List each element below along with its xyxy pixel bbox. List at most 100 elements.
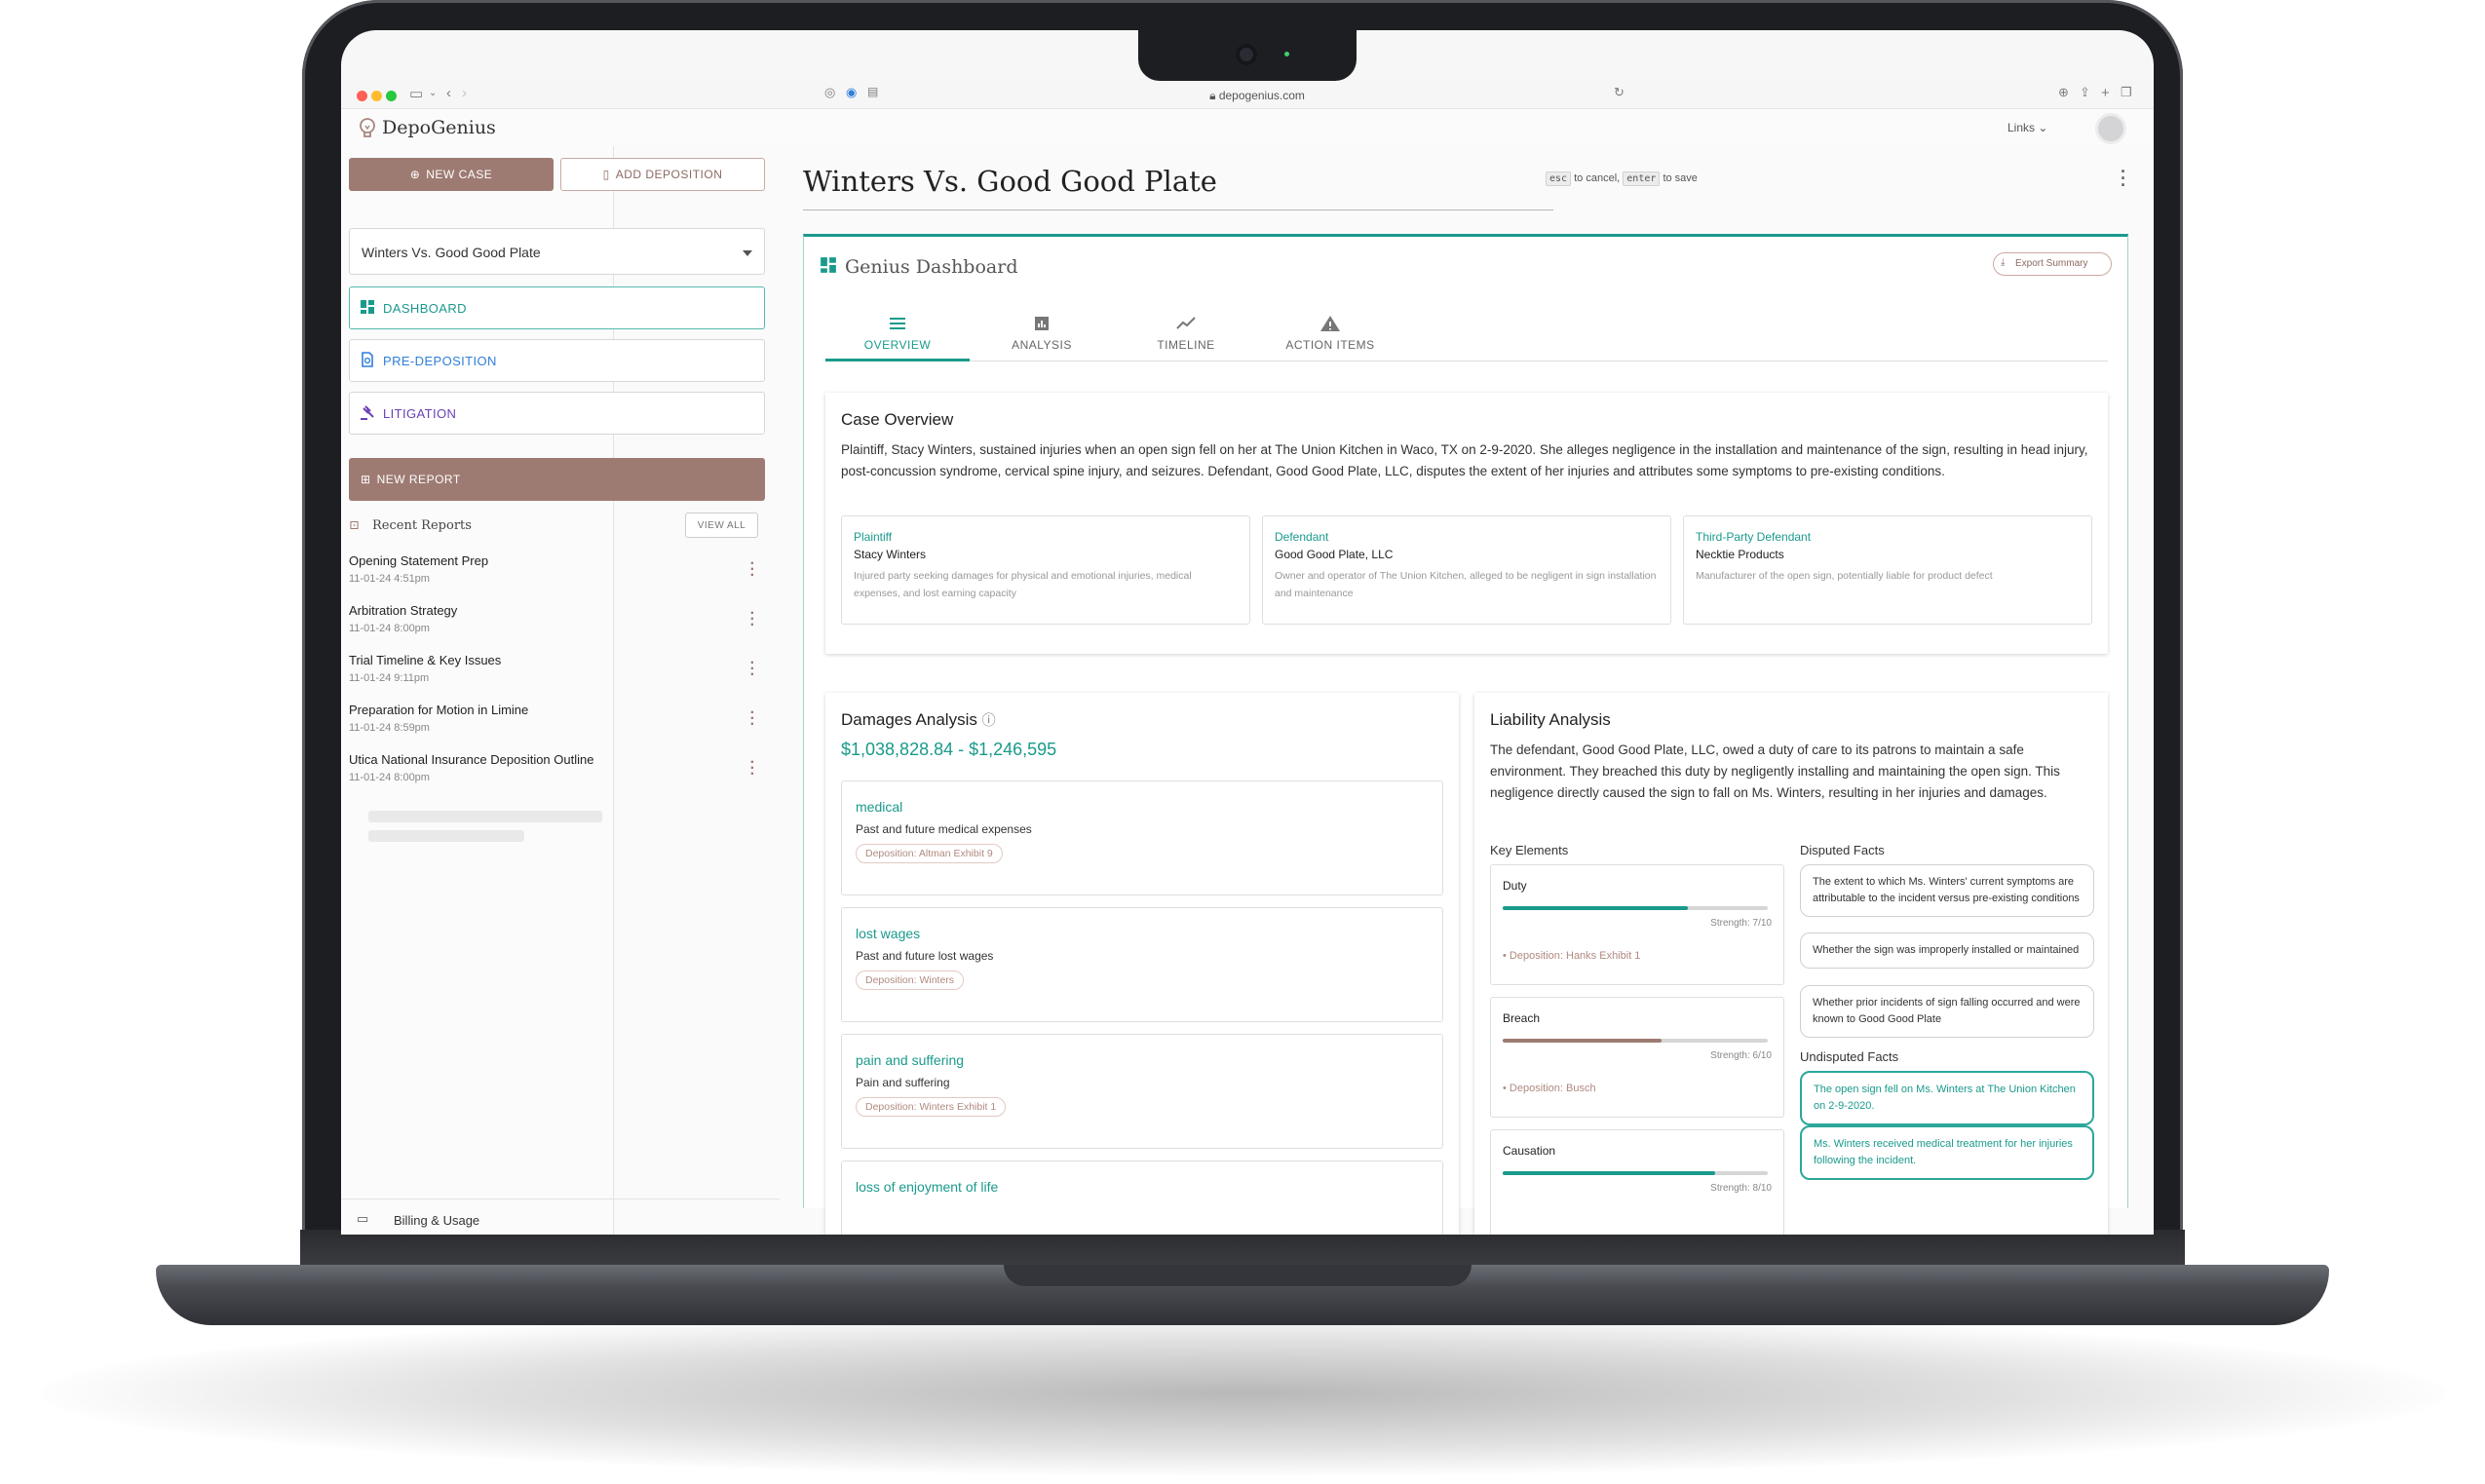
strength-bar-fill bbox=[1503, 1039, 1663, 1043]
back-icon[interactable]: ‹ bbox=[446, 85, 451, 101]
report-item[interactable]: Opening Statement Prep 11-01-24 4:51pm ·… bbox=[349, 553, 765, 598]
chevron-down-icon[interactable]: ⌄ bbox=[429, 88, 437, 98]
deposition-source-chip[interactable]: Deposition: Winters Exhibit 1 bbox=[856, 1097, 1007, 1117]
add-deposition-label: ADD DEPOSITION bbox=[615, 168, 723, 181]
address-bar[interactable]: 🔒︎ depogenius.com bbox=[887, 85, 1627, 108]
report-history-icon: ⊡ bbox=[349, 518, 360, 533]
minimize-window-dot[interactable] bbox=[371, 91, 382, 101]
add-deposition-button[interactable]: ▯ ADD DEPOSITION bbox=[560, 158, 765, 191]
dashboard-title: Genius Dashboard bbox=[845, 256, 1018, 278]
reload-icon[interactable]: ↻ bbox=[1614, 85, 1625, 100]
recent-reports-label: Recent Reports bbox=[372, 518, 472, 533]
report-item[interactable]: Preparation for Motion in Limine 11-01-2… bbox=[349, 703, 765, 747]
help-icon[interactable]: ⓘ bbox=[982, 712, 996, 728]
more-vert-icon[interactable]: · · · bbox=[750, 606, 755, 633]
download-icon[interactable]: ⊕ bbox=[2058, 85, 2069, 100]
enter-key: enter bbox=[1623, 171, 1661, 186]
nav-pre-deposition[interactable]: PRE-DEPOSITION bbox=[349, 339, 765, 382]
caret-down-icon bbox=[743, 250, 752, 256]
case-title-input[interactable]: Winters Vs. Good Good Plate bbox=[803, 165, 1217, 198]
billing-usage-link[interactable]: ▭ Billing & Usage bbox=[341, 1199, 780, 1235]
tab-overview-icon[interactable]: ❐ bbox=[2121, 85, 2132, 100]
liability-analysis-panel: Liability Analysis The defendant, Good G… bbox=[1474, 693, 2108, 1235]
strength-bar bbox=[1503, 1171, 1768, 1175]
avatar[interactable] bbox=[2095, 113, 2126, 144]
element-source[interactable]: • Deposition: Busch bbox=[1503, 1083, 1772, 1094]
lock-icon: 🔒︎ bbox=[1209, 89, 1216, 102]
party-card-defendant: Defendant Good Good Plate, LLC Owner and… bbox=[1262, 515, 1671, 625]
add-report-icon: ⊞ bbox=[361, 473, 371, 486]
tab-overview[interactable]: OVERVIEW bbox=[825, 301, 970, 361]
case-select[interactable]: Winters Vs. Good Good Plate bbox=[349, 228, 765, 275]
zoom-window-dot[interactable] bbox=[386, 91, 397, 101]
report-item[interactable]: Trial Timeline & Key Issues 11-01-24 9:1… bbox=[349, 653, 765, 698]
report-item[interactable]: Arbitration Strategy 11-01-24 8:00pm · · · bbox=[349, 603, 765, 648]
nav-dashboard[interactable]: DASHBOARD bbox=[349, 286, 765, 329]
element-name: Duty bbox=[1503, 879, 1527, 893]
laptop-hinge bbox=[300, 1230, 2185, 1269]
tab-analysis-label: ANALYSIS bbox=[1012, 338, 1072, 352]
new-case-button[interactable]: ⊕ NEW CASE bbox=[349, 158, 554, 191]
disputed-fact: The extent to which Ms. Winters' current… bbox=[1800, 864, 2094, 917]
case-overview-panel: Case Overview Plaintiff, Stacy Winters, … bbox=[825, 393, 2108, 654]
damage-name: lost wages bbox=[856, 926, 921, 941]
links-menu[interactable]: Links ⌄ bbox=[2007, 121, 2047, 134]
tab-timeline[interactable]: TIMELINE bbox=[1114, 301, 1258, 361]
privacy-icon[interactable]: ◎ bbox=[824, 85, 835, 100]
recent-reports-title: ⊡ Recent Reports bbox=[349, 518, 472, 533]
share-icon[interactable]: ⇪ bbox=[2080, 85, 2090, 100]
camera-icon bbox=[1236, 44, 1257, 65]
document-search-icon bbox=[362, 352, 373, 367]
report-name: Utica National Insurance Deposition Outl… bbox=[349, 752, 594, 767]
liability-title: Liability Analysis bbox=[1490, 710, 1611, 729]
damages-analysis-panel: Damages Analysis ⓘ $1,038,828.84 - $1,24… bbox=[825, 693, 1459, 1235]
selected-case: Winters Vs. Good Good Plate bbox=[362, 245, 541, 260]
tab-timeline-label: TIMELINE bbox=[1157, 338, 1215, 352]
browser-toolbar: ▭ ⌄ ‹ › ◎ ◉ ▤ 🔒︎ depogenius.com ↻ ⊕ ⇪ + … bbox=[341, 79, 2154, 108]
party-description: Manufacturer of the open sign, potential… bbox=[1696, 570, 1993, 582]
download-icon: ⤓ bbox=[2001, 257, 2006, 268]
app-header: DepoGenius Links ⌄ bbox=[341, 109, 2154, 146]
extension-icon[interactable]: ◉ bbox=[846, 85, 857, 100]
more-vert-icon[interactable]: · · · bbox=[750, 705, 755, 733]
reader-icon[interactable]: ▤ bbox=[867, 85, 878, 98]
laptop-base-notch bbox=[1004, 1265, 1472, 1286]
more-vert-icon[interactable]: · · · bbox=[2121, 163, 2126, 194]
url-text: depogenius.com bbox=[1218, 89, 1305, 102]
more-vert-icon[interactable]: · · · bbox=[750, 556, 755, 584]
case-overview-title: Case Overview bbox=[841, 410, 954, 429]
party-name: Good Good Plate, LLC bbox=[1275, 548, 1394, 561]
report-item[interactable]: Utica National Insurance Deposition Outl… bbox=[349, 752, 765, 797]
case-overview-text: Plaintiff, Stacy Winters, sustained inju… bbox=[841, 442, 2088, 478]
damage-name: loss of enjoyment of life bbox=[856, 1179, 999, 1195]
nav-pre-deposition-label: PRE-DEPOSITION bbox=[383, 354, 497, 368]
close-window-dot[interactable] bbox=[357, 91, 367, 101]
trend-line-icon bbox=[1176, 317, 1196, 329]
tab-action-items-label: ACTION ITEMS bbox=[1285, 338, 1375, 352]
party-role: Plaintiff bbox=[854, 530, 893, 544]
tab-analysis[interactable]: ANALYSIS bbox=[970, 301, 1114, 361]
key-element-card: Duty Strength: 7/10 • Deposition: Hanks … bbox=[1490, 864, 1784, 985]
more-vert-icon[interactable]: · · · bbox=[750, 656, 755, 683]
deposition-source-chip[interactable]: Deposition: Altman Exhibit 9 bbox=[856, 844, 1003, 863]
new-report-button[interactable]: ⊞ NEW REPORT bbox=[349, 458, 765, 501]
liability-text: The defendant, Good Good Plate, LLC, owe… bbox=[1490, 742, 2060, 800]
links-label: Links bbox=[2007, 121, 2036, 134]
new-tab-icon[interactable]: + bbox=[2101, 85, 2110, 101]
element-source[interactable]: • Deposition: Hanks Exhibit 1 bbox=[1503, 950, 1772, 962]
more-vert-icon[interactable]: · · · bbox=[750, 755, 755, 782]
damage-name: pain and suffering bbox=[856, 1052, 965, 1068]
laptop-screen: ▭ ⌄ ‹ › ◎ ◉ ▤ 🔒︎ depogenius.com ↻ ⊕ ⇪ + … bbox=[341, 30, 2154, 1235]
nav-litigation-label: LITIGATION bbox=[383, 406, 457, 421]
sidebar-toggle-icon[interactable]: ▭ bbox=[409, 85, 423, 102]
genius-dashboard: Genius Dashboard ⤓ Export Summary OVERVI… bbox=[803, 234, 2128, 1235]
forward-icon[interactable]: › bbox=[462, 85, 467, 101]
party-description: Injured party seeking damages for physic… bbox=[854, 570, 1192, 599]
nav-litigation[interactable]: LITIGATION bbox=[349, 392, 765, 435]
report-date: 11-01-24 8:59pm bbox=[349, 722, 430, 734]
view-all-button[interactable]: VIEW ALL bbox=[685, 513, 758, 538]
deposition-source-chip[interactable]: Deposition: Winters bbox=[856, 970, 965, 990]
tab-action-items[interactable]: ACTION ITEMS bbox=[1258, 301, 1402, 361]
camera-notch bbox=[1138, 30, 1357, 81]
export-summary-button[interactable]: ⤓ Export Summary bbox=[1993, 252, 2112, 276]
